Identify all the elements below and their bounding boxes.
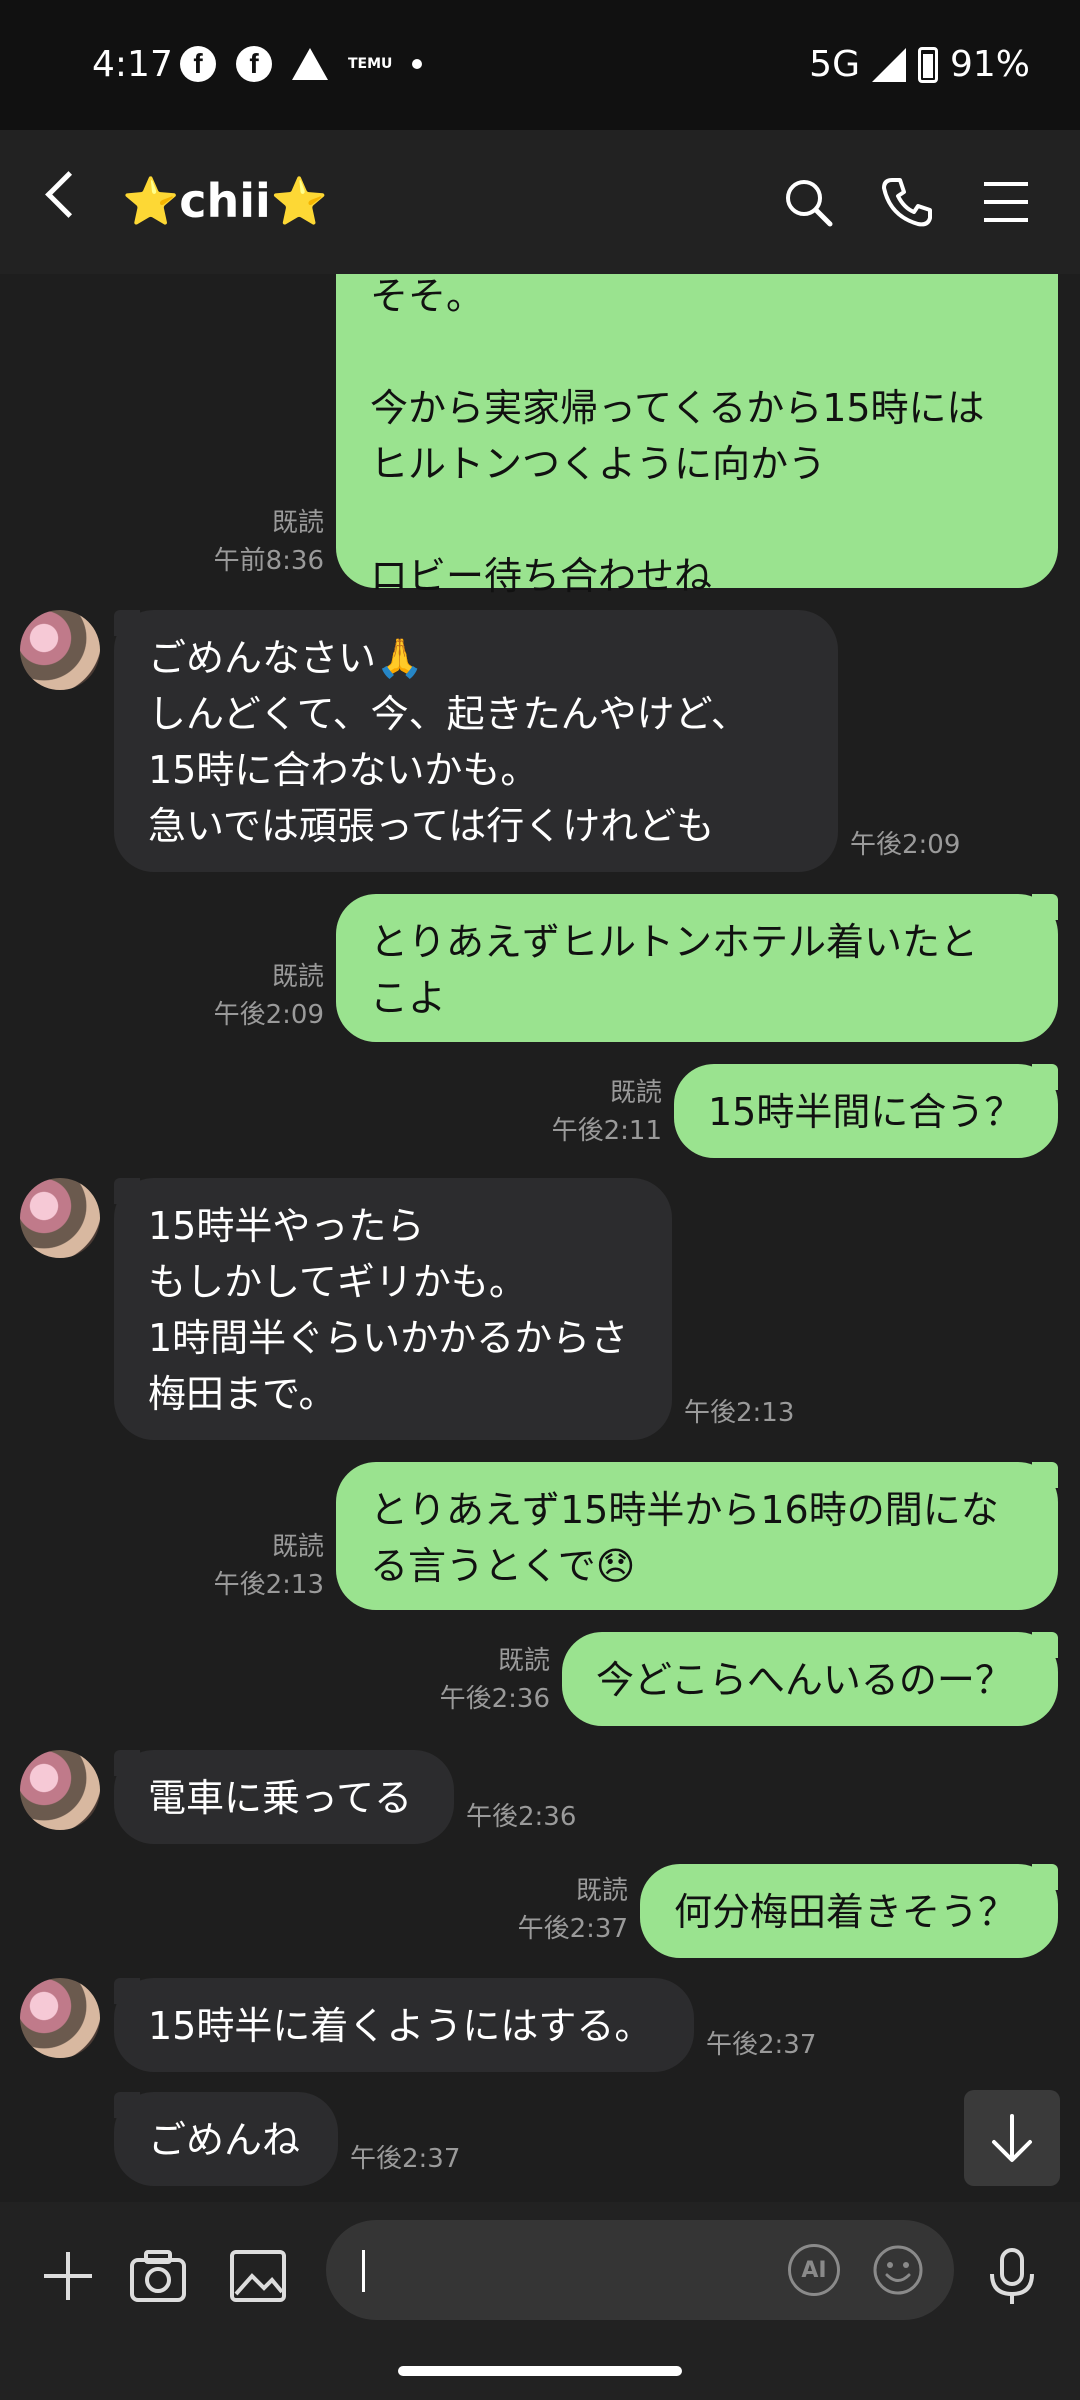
menu-icon[interactable] [978, 174, 1034, 230]
message-time: 午後2:36 [439, 1684, 550, 1714]
read-receipt: 既読 [497, 1646, 550, 1676]
text-caret [362, 2250, 365, 2292]
message-meta: 既読 午後2:13 [180, 1528, 324, 1604]
more-notifications-dot [412, 59, 423, 69]
status-right: 5G 91% [809, 44, 1030, 85]
read-receipt: 既読 [271, 1532, 324, 1562]
avatar[interactable] [20, 610, 100, 690]
plus-icon[interactable] [36, 2244, 100, 2308]
arrow-down-icon [992, 2114, 1032, 2162]
message-bubble[interactable]: ごめんね [114, 2092, 338, 2186]
message-bubble[interactable]: 15時半間に合う？ [674, 1064, 1058, 1158]
message-time: 午後2:36 [466, 1802, 577, 1832]
ai-label: AI [801, 2257, 827, 2283]
ai-icon[interactable]: AI [788, 2244, 840, 2296]
read-receipt: 既読 [575, 1876, 628, 1906]
message-time: 午前8:36 [213, 546, 324, 576]
avatar[interactable] [20, 1978, 100, 2058]
message-meta: 既読 午後2:36 [400, 1642, 550, 1718]
read-receipt: 既読 [271, 508, 324, 538]
message-meta: 既読 午前8:36 [180, 504, 324, 580]
read-receipt: 既読 [609, 1078, 662, 1108]
image-icon[interactable] [226, 2244, 290, 2308]
input-bar: AI [0, 2202, 1080, 2400]
facebook-icon: f [180, 46, 216, 82]
chat-title: ⭐chii⭐ [122, 174, 329, 228]
message-meta: 既読 午後2:11 [520, 1074, 662, 1150]
battery-label: 91% [949, 44, 1030, 85]
message-bubble[interactable]: とりあえずヒルトンホテル着いたと こよ [336, 894, 1058, 1042]
message-time: 午後2:09 [850, 830, 961, 860]
message-time: 午後2:11 [551, 1116, 662, 1146]
signal-icon [871, 47, 906, 82]
message-list[interactable]: そそ。 今から実家帰ってくるから15時には ヒルトンつくように向かう ロビー待ち… [0, 274, 1080, 2202]
message-time: 午後2:37 [350, 2144, 461, 2174]
back-icon[interactable] [45, 171, 92, 218]
status-bar: 4:17 f f TEMU 5G 91% [0, 0, 1080, 130]
message-meta: 既読 午後2:09 [180, 958, 324, 1034]
search-icon[interactable] [780, 174, 836, 230]
microphone-icon[interactable] [980, 2244, 1044, 2308]
message-bubble[interactable]: 今どこらへんいるのー？ [562, 1632, 1058, 1726]
message-bubble[interactable]: 15時半やったら もしかしてギリかも。 1時間半ぐらいかかるからさ 梅田まで。 [114, 1178, 672, 1440]
message-time: 午後2:09 [213, 1000, 324, 1030]
status-time: 4:17 [92, 44, 173, 85]
avatar[interactable] [20, 1750, 100, 1830]
camera-icon[interactable] [126, 2244, 190, 2308]
emoji-icon[interactable] [872, 2244, 924, 2296]
scroll-to-bottom-button[interactable] [964, 2090, 1060, 2186]
avatar[interactable] [20, 1178, 100, 1258]
message-time: 午後2:13 [684, 1398, 795, 1428]
battery-icon [917, 46, 938, 83]
notification-icons: f f TEMU [180, 46, 423, 82]
network-label: 5G [809, 44, 860, 85]
facebook-icon: f [236, 46, 272, 82]
message-time: 午後2:37 [517, 1914, 628, 1944]
message-bubble[interactable]: 電車に乗ってる [114, 1750, 454, 1844]
read-receipt: 既読 [271, 962, 324, 992]
warning-icon [292, 48, 328, 80]
message-bubble[interactable]: そそ。 今から実家帰ってくるから15時には ヒルトンつくように向かう ロビー待ち… [336, 274, 1058, 598]
message-bubble[interactable]: とりあえず15時半から16時の間にな る言うとくで😞 [336, 1462, 1058, 1610]
chat-header: ⭐chii⭐ [0, 130, 1080, 274]
home-indicator[interactable] [398, 2366, 682, 2376]
temu-icon: TEMU [348, 56, 393, 72]
message-time: 午後2:13 [213, 1570, 324, 1600]
message-meta: 既読 午後2:37 [480, 1872, 628, 1948]
message-input[interactable]: AI [326, 2220, 954, 2320]
phone-icon[interactable] [878, 174, 934, 230]
message-bubble[interactable]: ごめんなさい🙏 しんどくて、今、起きたんやけど、 15時に合わないかも。 急いで… [114, 610, 838, 872]
message-bubble[interactable]: 何分梅田着きそう？ [640, 1864, 1058, 1958]
message-bubble[interactable]: 15時半に着くようにはする。 [114, 1978, 694, 2072]
message-time: 午後2:37 [706, 2030, 817, 2060]
